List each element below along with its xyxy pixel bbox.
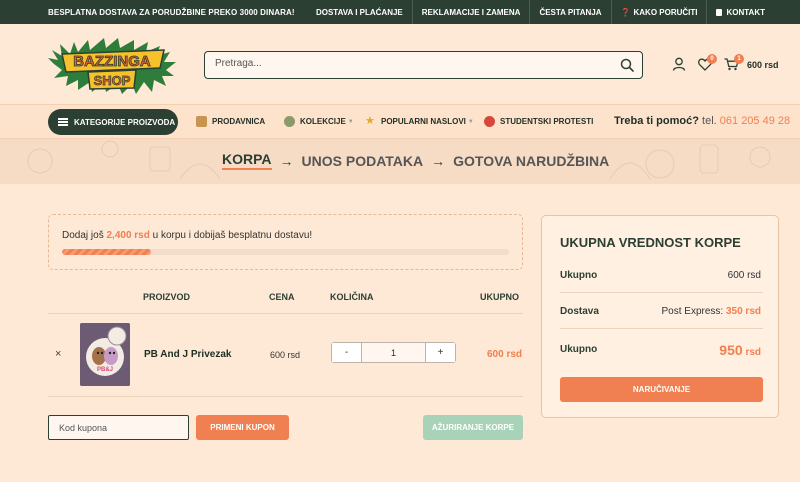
shop-icon	[196, 116, 207, 127]
nav-item-popular[interactable]: ★ POPULARNI NASLOVI ▼	[365, 116, 474, 127]
order-total-amount: 950	[719, 342, 743, 358]
order-total: 950 rsd	[719, 342, 761, 358]
apply-coupon-button[interactable]: PRIMENI KUPON	[196, 415, 289, 440]
col-quantity: KOLIČINA	[330, 292, 374, 302]
shipping-cost: 350 rsd	[725, 306, 761, 317]
star-icon: ★	[365, 115, 375, 127]
account-icon[interactable]	[672, 57, 686, 71]
col-price: CENA	[269, 292, 295, 302]
header-cart-total[interactable]: 600 rsd	[747, 60, 779, 70]
cart-totals-panel: UKUPNA VREDNOST KORPE Ukupno 600 rsd Dos…	[541, 215, 779, 418]
divider	[48, 313, 523, 314]
top-links: DOSTAVA I PLAĆANJE REKLAMACIJE I ZAMENA …	[307, 0, 774, 24]
free-shipping-notice: Dodaj još 2,400 rsd u korpu i dobijaš be…	[48, 214, 523, 270]
order-total-currency: rsd	[745, 347, 761, 358]
col-subtotal: UKUPNO	[480, 292, 520, 302]
wishlist-count-badge: 0	[707, 54, 717, 64]
divider	[560, 328, 763, 329]
notice-prefix: Dodaj još	[62, 230, 104, 241]
categories-button-label: KATEGORIJE PROIZVODA	[74, 117, 176, 127]
quantity-input[interactable]: 1	[362, 343, 425, 362]
nav-item-collections[interactable]: KOLEKCIJE ▼	[284, 116, 354, 127]
remove-item-icon[interactable]: ×	[55, 348, 61, 360]
nav-item-student-protests[interactable]: STUDENTSKI PROTESTI	[484, 116, 593, 127]
main-nav: KATEGORIJE PROIZVODA PRODAVNICA KOLEKCIJ…	[0, 104, 800, 139]
total-label: Ukupno	[560, 344, 598, 355]
categories-button[interactable]: KATEGORIJE PROIZVODA	[48, 109, 178, 135]
shipping-label: Dostava	[560, 306, 599, 317]
question-icon: ❓	[620, 7, 631, 17]
thumb-label: PB&J	[97, 367, 113, 373]
nav-item-student-protests-label: STUDENTSKI PROTESTI	[500, 117, 594, 126]
logo-word-bottom: SHOP	[94, 73, 131, 88]
coupon-code-input[interactable]	[48, 415, 189, 440]
cart-totals-title: UKUPNA VREDNOST KORPE	[560, 235, 741, 250]
step-details: UNOS PODATAKA	[301, 152, 424, 169]
logo-word-top: BAZZINGA	[73, 53, 151, 70]
help-phone-number[interactable]: 061 205 49 28	[720, 115, 790, 127]
nav-item-shop-label: PRODAVNICA	[212, 117, 266, 126]
step-complete: GOTOVA NARUDŽBINA	[453, 152, 610, 169]
document-icon	[716, 8, 723, 16]
nav-item-shop[interactable]: PRODAVNICA	[196, 116, 265, 127]
search-box	[204, 51, 643, 79]
help-tel-label: tel.	[702, 115, 717, 127]
product-name[interactable]: PB And J Privezak	[144, 349, 231, 360]
free-shipping-progress	[62, 249, 509, 255]
link-faq[interactable]: ČESTA PITANJA	[529, 0, 610, 24]
nav-item-popular-label: POPULARNI NASLOVI	[381, 117, 466, 126]
subtotal-value: 600 rsd	[727, 270, 761, 281]
link-contact[interactable]: KONTAKT	[706, 0, 774, 24]
protest-hand-icon	[484, 116, 495, 127]
top-bar: BESPLATNA DOSTAVA ZA PORUDŽBINE PREKO 30…	[0, 0, 800, 24]
collections-icon	[284, 116, 295, 127]
notice-suffix: u korpu i dobijaš besplatnu dostavu!	[152, 230, 313, 241]
quantity-decrease-button[interactable]: -	[332, 343, 362, 362]
search-icon[interactable]	[620, 58, 634, 72]
arrow-right-icon: →	[279, 152, 294, 169]
progress-fill	[62, 249, 152, 255]
notice-amount: 2,400 rsd	[106, 230, 150, 241]
chevron-down-icon: ▼	[347, 118, 354, 125]
divider	[48, 396, 523, 397]
nav-item-collections-label: KOLEKCIJE	[300, 117, 346, 126]
cart-count-badge: 1	[734, 54, 744, 64]
free-shipping-text: Dodaj još 2,400 rsd u korpu i dobijaš be…	[62, 230, 312, 241]
product-subtotal: 600 rsd	[487, 349, 523, 360]
update-cart-button[interactable]: AŽURIRANJE KORPE	[423, 415, 523, 440]
link-how-to-order[interactable]: ❓ KAKO PORUČITI	[610, 0, 707, 24]
checkout-steps: KORPA → UNOS PODATAKA → GOTOVA NARUDŽBIN…	[0, 139, 800, 184]
help-label: Treba ti pomoć?	[614, 115, 699, 127]
subtotal-label: Ukupno	[560, 270, 598, 281]
chevron-down-icon: ▼	[467, 118, 474, 125]
bazzinga-shop-logo[interactable]: BAZZINGA SHOP	[48, 34, 176, 96]
quantity-increase-button[interactable]: +	[425, 343, 455, 362]
quantity-stepper: - 1 +	[331, 342, 456, 363]
shipping-value: Post Express: 350 rsd	[661, 306, 761, 317]
step-cart: KORPA	[222, 151, 272, 170]
col-product: PROIZVOD	[143, 292, 191, 302]
link-delivery-payment[interactable]: DOSTAVA I PLAĆANJE	[307, 0, 412, 24]
search-input[interactable]	[215, 58, 595, 69]
shipping-method: Post Express:	[661, 306, 724, 317]
help-contact: Treba ti pomoć? tel. 061 205 49 28	[614, 115, 790, 127]
menu-icon	[58, 117, 68, 128]
product-thumbnail[interactable]: PB&J	[80, 323, 130, 386]
link-contact-label: KONTAKT	[726, 7, 765, 17]
arrow-right-icon: →	[431, 152, 446, 169]
product-price: 600 rsd	[270, 350, 301, 360]
header: BAZZINGA SHOP 0 1 600 rsd	[0, 24, 800, 104]
link-returns[interactable]: REKLAMACIJE I ZAMENA	[411, 0, 530, 24]
place-order-button[interactable]: NARUČIVANJE	[560, 377, 763, 402]
divider	[560, 292, 763, 293]
free-shipping-promo: BESPLATNA DOSTAVA ZA PORUDŽBINE PREKO 30…	[48, 8, 295, 17]
link-how-to-order-label: KAKO PORUČITI	[633, 7, 698, 17]
